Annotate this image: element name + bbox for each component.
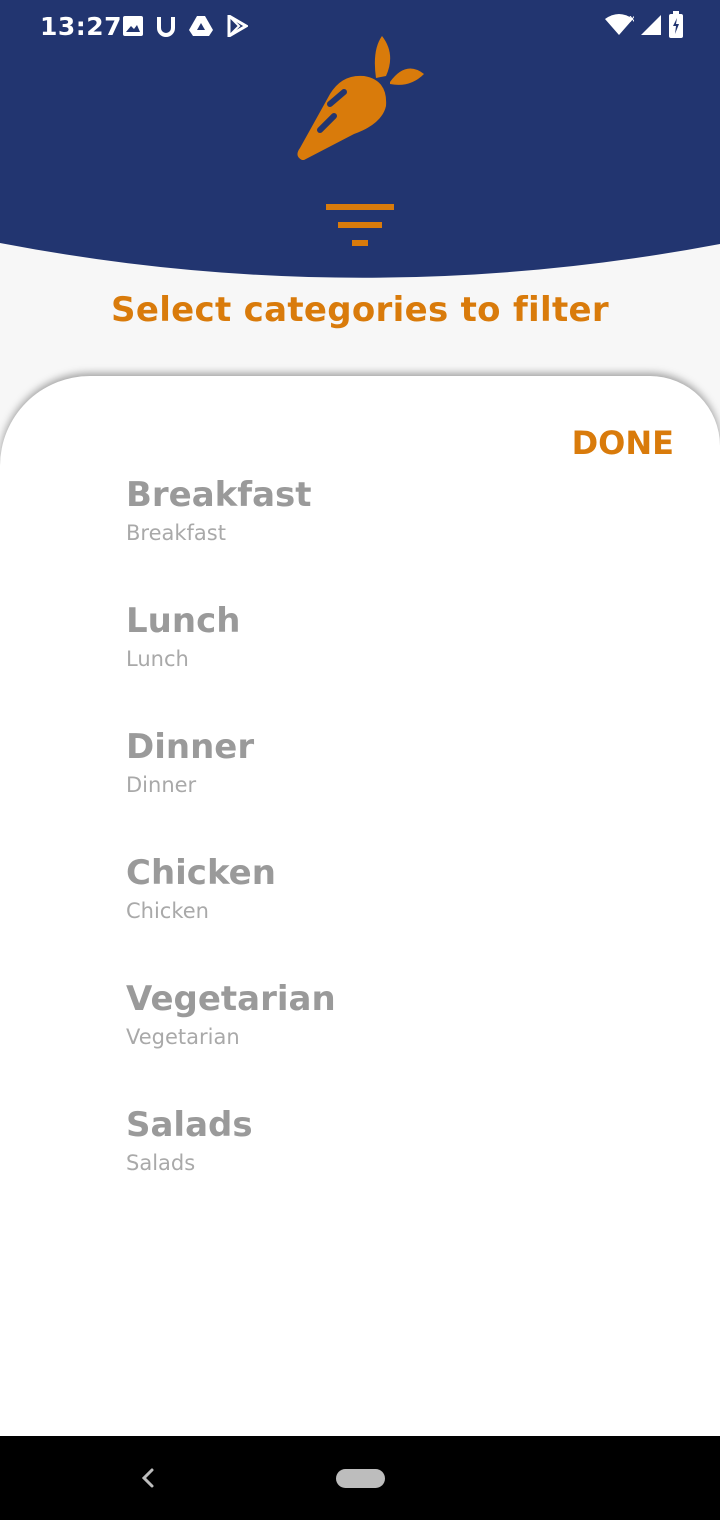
play-store-icon: [226, 13, 249, 41]
category-title: Vegetarian: [126, 979, 336, 1019]
u-icon: [156, 15, 176, 41]
category-subtitle: Breakfast: [126, 521, 226, 545]
image-icon: [122, 15, 144, 41]
category-item-breakfast[interactable]: Breakfast Breakfast: [126, 472, 626, 598]
category-title: Breakfast: [126, 475, 312, 515]
category-item-chicken[interactable]: Chicken Chicken: [126, 850, 626, 976]
carrot-logo-icon: [290, 32, 430, 176]
category-subtitle: Chicken: [126, 899, 209, 923]
category-subtitle: Dinner: [126, 773, 197, 797]
back-icon[interactable]: [136, 1464, 160, 1492]
category-title: Dinner: [126, 727, 255, 767]
category-list: Breakfast Breakfast Lunch Lunch Dinner D…: [126, 472, 626, 1228]
status-icons-left: [122, 13, 249, 42]
home-pill-icon[interactable]: [336, 1469, 385, 1488]
filter-icon: [326, 204, 394, 254]
category-item-dinner[interactable]: Dinner Dinner: [126, 724, 626, 850]
category-subtitle: Lunch: [126, 647, 189, 671]
category-subtitle: Salads: [126, 1151, 196, 1175]
header: 13:27 x: [0, 0, 720, 280]
category-item-salads[interactable]: Salads Salads: [126, 1102, 626, 1228]
done-button[interactable]: DONE: [572, 424, 674, 462]
category-item-vegetarian[interactable]: Vegetarian Vegetarian: [126, 976, 626, 1102]
signal-icon: [640, 13, 662, 41]
navigation-bar: [0, 1436, 720, 1520]
category-sheet: DONE Breakfast Breakfast Lunch Lunch Din…: [0, 376, 720, 1436]
category-title: Lunch: [126, 601, 241, 641]
category-item-lunch[interactable]: Lunch Lunch: [126, 598, 626, 724]
category-title: Chicken: [126, 853, 276, 893]
filter-subtitle: Select categories to filter: [111, 290, 609, 330]
drive-icon: [188, 15, 214, 41]
status-icons-right: x: [604, 10, 684, 44]
status-time: 13:27: [40, 12, 123, 41]
category-title: Salads: [126, 1105, 253, 1145]
battery-icon: [668, 11, 684, 43]
category-subtitle: Vegetarian: [126, 1025, 240, 1049]
wifi-icon: x: [604, 12, 636, 41]
svg-text:x: x: [629, 13, 634, 25]
